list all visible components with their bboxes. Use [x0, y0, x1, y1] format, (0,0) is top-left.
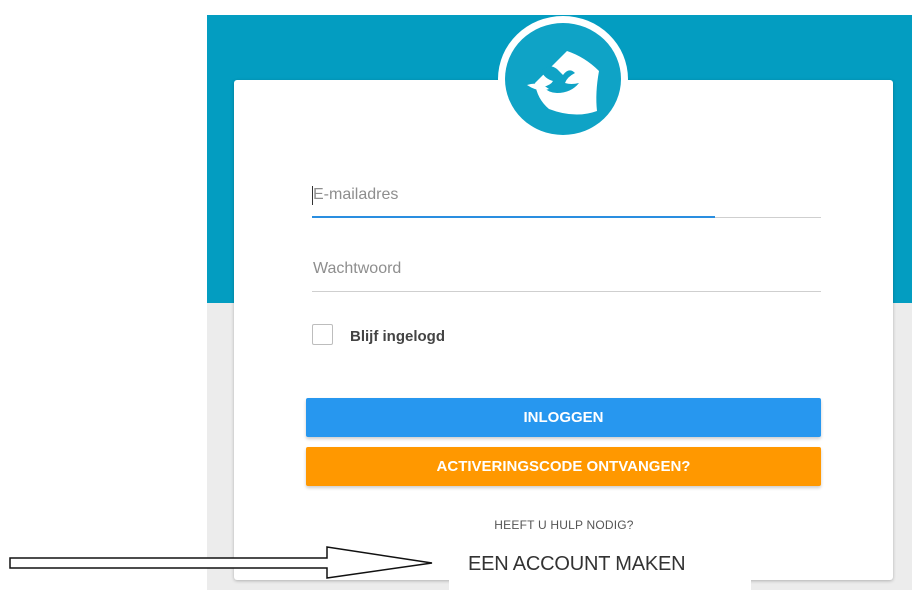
arrow-right-icon: [9, 546, 433, 579]
